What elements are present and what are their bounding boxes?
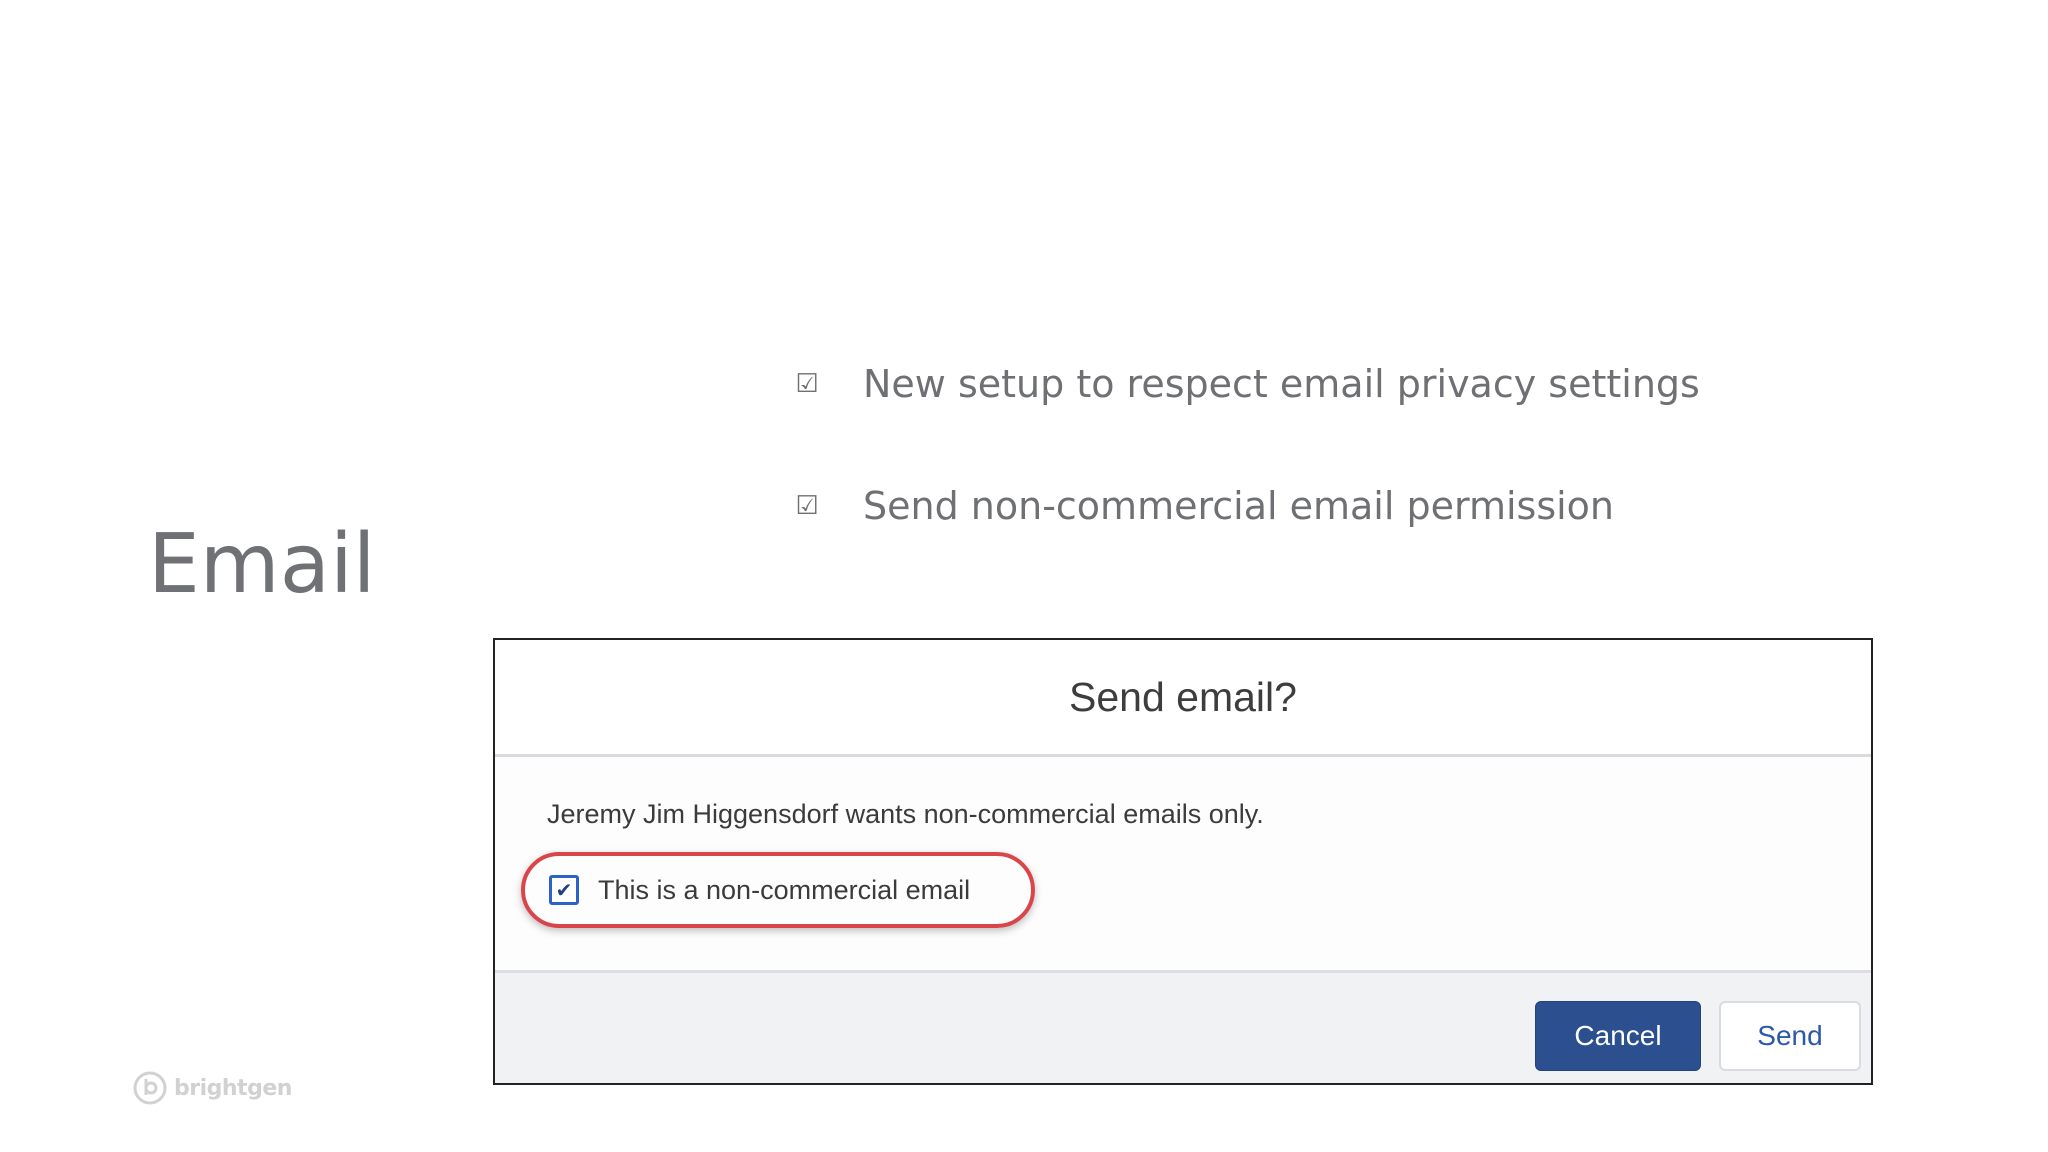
dialog-footer: Cancel Send [495, 973, 1871, 1083]
logo-text: brightgen [174, 1075, 292, 1101]
bullet-text: Send non-commercial email permission [863, 484, 1615, 528]
checkbox-icon: ☑ [795, 491, 819, 521]
dialog-message: Jeremy Jim Higgensdorf wants non-commerc… [547, 799, 1264, 829]
non-commercial-checkbox-row[interactable]: ✔ This is a non-commercial email [521, 852, 1035, 928]
checkbox-label: This is a non-commercial email [598, 874, 971, 905]
slide-title: Email [148, 517, 376, 612]
send-button[interactable]: Send [1719, 1001, 1861, 1071]
non-commercial-checkbox[interactable]: ✔ [549, 875, 579, 905]
bullet-item: ☑ Send non-commercial email permission [792, 478, 1972, 534]
dialog-header: Send email? [495, 640, 1871, 757]
bullet-list: ☑ New setup to respect email privacy set… [792, 356, 1972, 600]
brightgen-logo-icon [133, 1071, 167, 1105]
checkbox-icon: ☑ [795, 369, 819, 399]
dialog-body: Jeremy Jim Higgensdorf wants non-commerc… [495, 757, 1871, 973]
brightgen-logo: brightgen [132, 1070, 292, 1106]
bullet-item: ☑ New setup to respect email privacy set… [792, 356, 1972, 412]
check-icon: ✔ [555, 878, 573, 902]
dialog-title: Send email? [1069, 673, 1297, 720]
bullet-text: New setup to respect email privacy setti… [863, 362, 1700, 406]
cancel-button[interactable]: Cancel [1535, 1001, 1701, 1071]
send-email-dialog: Send email? Jeremy Jim Higgensdorf wants… [493, 638, 1873, 1085]
